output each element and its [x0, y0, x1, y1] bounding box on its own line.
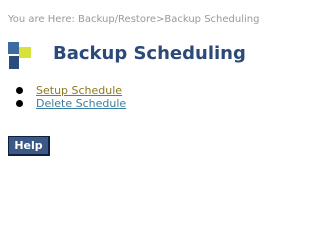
- delete-schedule-link[interactable]: Delete Schedule: [36, 97, 126, 110]
- page-title: Backup Scheduling: [53, 43, 246, 64]
- setup-schedule-link[interactable]: Setup Schedule: [36, 84, 122, 97]
- list-item: Setup Schedule: [16, 84, 126, 97]
- bullet-icon: [16, 100, 23, 107]
- bullet-icon: [16, 87, 23, 94]
- schedule-menu: Setup Schedule Delete Schedule: [16, 84, 126, 110]
- tiles-logo-icon: [8, 42, 32, 70]
- help-button[interactable]: Help: [8, 136, 50, 156]
- list-item: Delete Schedule: [16, 97, 126, 110]
- breadcrumb: You are Here: Backup/Restore>Backup Sche…: [8, 14, 260, 25]
